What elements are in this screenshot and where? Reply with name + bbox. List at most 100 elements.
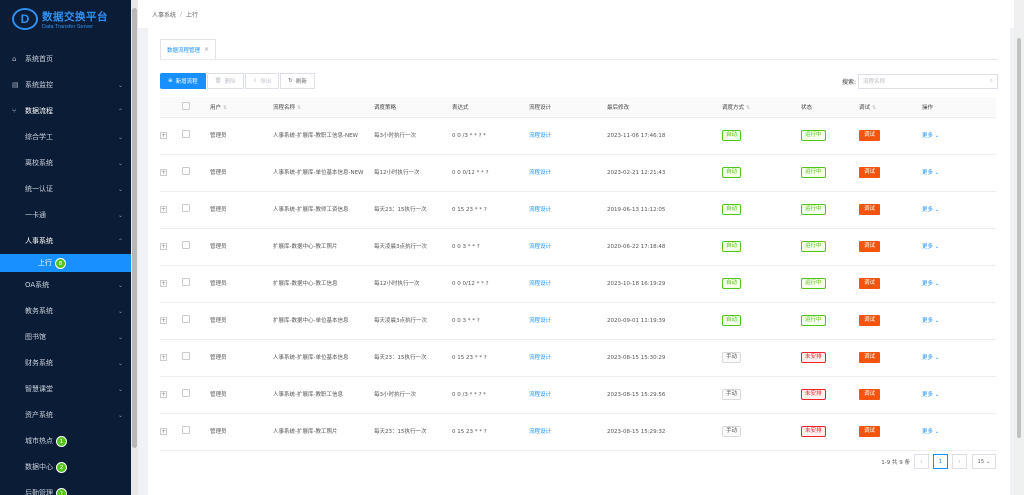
debug-button[interactable]: 调试: [859, 352, 881, 363]
cell-debug[interactable]: 调试: [859, 302, 922, 340]
expand-cell[interactable]: +: [160, 191, 182, 229]
sidebar-item[interactable]: ⑂ 数据流程 ⌃: [0, 98, 131, 124]
expand-icon[interactable]: +: [160, 316, 167, 324]
sidebar-scrollbar-thumb[interactable]: [132, 8, 137, 448]
page-number-button[interactable]: 1: [933, 454, 948, 469]
cell-design[interactable]: 流程设计: [529, 154, 607, 192]
tab-close-icon[interactable]: ×: [204, 46, 209, 53]
row-checkbox[interactable]: [182, 278, 190, 286]
cell-more[interactable]: 更多 ⌄: [922, 339, 996, 377]
next-page-button[interactable]: ›: [952, 454, 967, 469]
cell-more[interactable]: 更多 ⌄: [922, 376, 996, 414]
expand-cell[interactable]: +: [160, 228, 182, 266]
flow-design-link[interactable]: 流程设计: [529, 281, 551, 287]
select-cell[interactable]: [182, 413, 210, 451]
breadcrumb-parent[interactable]: 人事系统: [152, 10, 176, 19]
sort-icon[interactable]: ⇅: [223, 105, 227, 111]
cell-more[interactable]: 更多 ⌄: [922, 191, 996, 229]
header-select-all[interactable]: [182, 97, 210, 118]
row-checkbox[interactable]: [182, 241, 190, 249]
cell-debug[interactable]: 调试: [859, 191, 922, 229]
row-checkbox[interactable]: [182, 315, 190, 323]
sidebar-item[interactable]: 综合学工 ⌄: [0, 124, 131, 150]
sidebar-item[interactable]: 财务系统 ⌄: [0, 350, 131, 376]
cell-design[interactable]: 流程设计: [529, 413, 607, 451]
debug-button[interactable]: 调试: [859, 241, 881, 252]
more-dropdown[interactable]: 更多 ⌄: [922, 170, 939, 176]
flow-design-link[interactable]: 流程设计: [529, 244, 551, 250]
more-dropdown[interactable]: 更多 ⌄: [922, 133, 939, 139]
expand-icon[interactable]: +: [160, 242, 167, 250]
header-debug[interactable]: 调试 ⇅: [859, 97, 922, 118]
flow-design-link[interactable]: 流程设计: [529, 429, 551, 435]
cell-debug[interactable]: 调试: [859, 339, 922, 377]
sidebar-scrollbar[interactable]: [131, 0, 138, 495]
cell-debug[interactable]: 调试: [859, 228, 922, 266]
header-mode[interactable]: 调度方式 ⇅: [722, 97, 801, 118]
expand-icon[interactable]: +: [160, 390, 167, 398]
sidebar-item[interactable]: 城市热点 1: [0, 428, 131, 454]
more-dropdown[interactable]: 更多 ⌄: [922, 318, 939, 324]
sidebar-item[interactable]: 人事系统 ⌃: [0, 228, 131, 254]
cell-debug[interactable]: 调试: [859, 413, 922, 451]
expand-icon[interactable]: +: [160, 353, 167, 361]
sidebar-item[interactable]: 离校系统 ⌄: [0, 150, 131, 176]
debug-button[interactable]: 调试: [859, 389, 881, 400]
page-scrollbar-thumb[interactable]: [1017, 38, 1021, 438]
expand-cell[interactable]: +: [160, 413, 182, 451]
select-cell[interactable]: [182, 339, 210, 377]
expand-cell[interactable]: +: [160, 154, 182, 192]
delete-button[interactable]: 🗑 删除: [206, 73, 244, 89]
more-dropdown[interactable]: 更多 ⌄: [922, 429, 939, 435]
row-checkbox[interactable]: [182, 204, 190, 212]
row-checkbox[interactable]: [182, 352, 190, 360]
select-cell[interactable]: [182, 302, 210, 340]
expand-cell[interactable]: +: [160, 339, 182, 377]
sidebar-item[interactable]: 后勤管理?: [0, 480, 131, 495]
flow-design-link[interactable]: 流程设计: [529, 207, 551, 213]
flow-design-link[interactable]: 流程设计: [529, 355, 551, 361]
cell-debug[interactable]: 调试: [859, 154, 922, 192]
more-dropdown[interactable]: 更多 ⌄: [922, 207, 939, 213]
select-cell[interactable]: [182, 191, 210, 229]
brand-logo[interactable]: D 数据交换平台 Data Transfer Server: [0, 0, 131, 38]
add-flow-button[interactable]: ⊕ 新增流程: [160, 73, 206, 89]
expand-icon[interactable]: +: [160, 279, 167, 287]
debug-button[interactable]: 调试: [859, 204, 881, 215]
cell-design[interactable]: 流程设计: [529, 191, 607, 229]
expand-cell[interactable]: +: [160, 265, 182, 303]
expand-icon[interactable]: +: [160, 131, 167, 139]
row-checkbox[interactable]: [182, 426, 190, 434]
more-dropdown[interactable]: 更多 ⌄: [922, 281, 939, 287]
cell-more[interactable]: 更多 ⌄: [922, 154, 996, 192]
cell-design[interactable]: 流程设计: [529, 339, 607, 377]
row-checkbox[interactable]: [182, 130, 190, 138]
select-cell[interactable]: [182, 154, 210, 192]
sidebar-item[interactable]: 教务系统 ⌄: [0, 298, 131, 324]
cell-design[interactable]: 流程设计: [529, 117, 607, 155]
flow-design-link[interactable]: 流程设计: [529, 170, 551, 176]
cell-more[interactable]: 更多 ⌄: [922, 117, 996, 155]
tab-flow-management[interactable]: 数据流程管理 ×: [160, 39, 217, 59]
cell-more[interactable]: 更多 ⌄: [922, 228, 996, 266]
header-name[interactable]: 流程名称 ⇅: [273, 97, 374, 118]
select-cell[interactable]: [182, 376, 210, 414]
expand-cell[interactable]: +: [160, 302, 182, 340]
select-cell[interactable]: [182, 265, 210, 303]
cell-debug[interactable]: 调试: [859, 117, 922, 155]
sort-icon[interactable]: ⇅: [746, 105, 750, 111]
sidebar-item[interactable]: 一卡通 ⌄: [0, 202, 131, 228]
refresh-button[interactable]: ↻ 刷新: [280, 73, 315, 89]
expand-icon[interactable]: +: [160, 427, 167, 435]
row-checkbox[interactable]: [182, 167, 190, 175]
select-all-checkbox[interactable]: [182, 101, 190, 110]
sidebar-item[interactable]: 统一认证 ⌄: [0, 176, 131, 202]
more-dropdown[interactable]: 更多 ⌄: [922, 244, 939, 250]
select-cell[interactable]: [182, 228, 210, 266]
cell-more[interactable]: 更多 ⌄: [922, 302, 996, 340]
prev-page-button[interactable]: ‹: [914, 454, 929, 469]
debug-button[interactable]: 调试: [859, 130, 881, 141]
sidebar-item[interactable]: ⌂ 系统首页: [0, 46, 131, 72]
select-cell[interactable]: [182, 117, 210, 155]
search-input[interactable]: 流程名称 ⌕: [858, 73, 998, 89]
